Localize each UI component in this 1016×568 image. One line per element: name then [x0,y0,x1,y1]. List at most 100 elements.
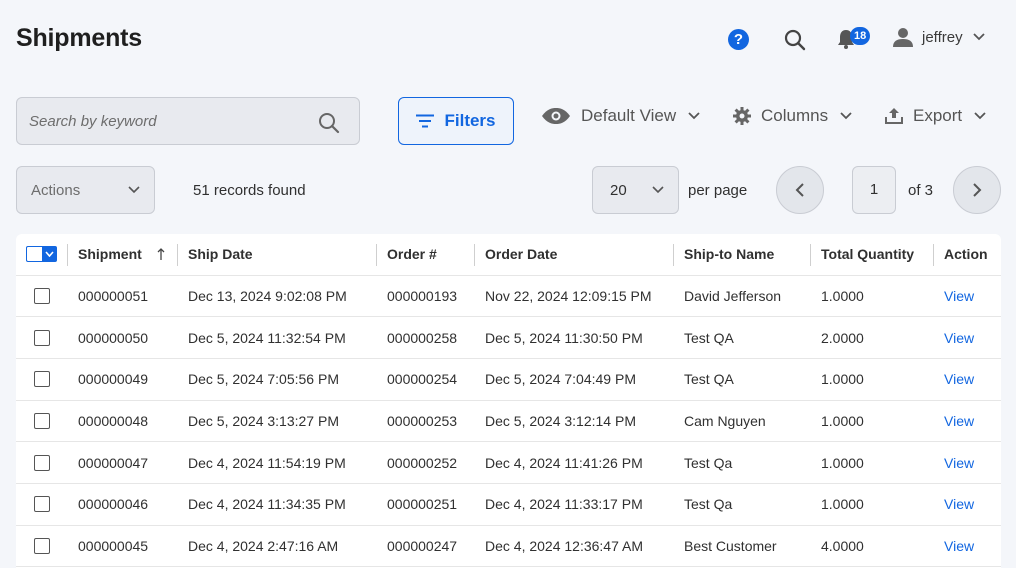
column-header-order-number[interactable]: Order # [377,234,475,276]
notification-badge: 18 [850,27,871,45]
chevron-down-icon [840,112,852,120]
shipment-number: 000000047 [68,441,178,484]
ship-to-name: Best Customer [674,525,811,568]
column-header-order-date[interactable]: Order Date [475,234,674,276]
order-date: Dec 4, 2024 12:36:47 AM [475,525,674,568]
column-label: Shipment [78,246,142,263]
total-quantity: 1.0000 [811,441,934,484]
per-page-label: per page [688,182,748,199]
columns-selector[interactable]: Columns [733,106,854,126]
column-header-action: Action [934,234,1001,276]
row-checkbox[interactable] [34,412,50,429]
view-link[interactable]: View [944,538,974,554]
order-date: Dec 4, 2024 11:41:26 PM [475,441,674,484]
shipments-grid: Shipment Ship Date Order # Order Date Sh… [16,234,1001,568]
column-label: Ship-to Name [684,246,775,263]
eye-icon [542,108,570,124]
order-date: Dec 4, 2024 11:33:17 PM [475,483,674,526]
column-header-total-quantity[interactable]: Total Quantity [811,234,934,276]
chevron-left-icon [795,183,804,197]
order-number: 000000252 [377,441,475,484]
keyword-search-box [16,97,360,145]
column-label: Order Date [485,246,558,263]
search-icon[interactable] [783,28,807,57]
previous-page-button[interactable] [776,166,824,214]
total-quantity: 1.0000 [811,400,934,443]
ship-to-name: Test QA [674,358,811,401]
search-icon[interactable] [318,112,340,134]
export-label: Export [913,106,963,125]
per-page-value: 20 [610,181,627,199]
row-checkbox[interactable] [34,537,50,554]
ship-to-name: David Jefferson [674,275,811,318]
column-header-ship-to-name[interactable]: Ship-to Name [674,234,811,276]
table-row: 000000046 Dec 4, 2024 11:34:35 PM 000000… [16,483,1001,526]
row-checkbox[interactable] [34,287,50,304]
filter-icon [416,114,435,128]
total-quantity: 4.0000 [811,525,934,568]
column-header-ship-date[interactable]: Ship Date [178,234,377,276]
filters-button[interactable]: Filters [398,97,514,145]
ship-date: Dec 5, 2024 11:32:54 PM [178,316,377,359]
view-link[interactable]: View [944,413,974,429]
sort-ascending-icon [157,248,165,260]
view-link[interactable]: View [944,330,974,346]
ship-date: Dec 4, 2024 2:47:16 AM [178,525,377,568]
order-number: 000000254 [377,358,475,401]
table-row: 000000045 Dec 4, 2024 2:47:16 AM 0000002… [16,525,1001,568]
actions-dropdown[interactable]: Actions [16,166,155,214]
per-page-dropdown[interactable]: 20 [592,166,679,214]
next-page-button[interactable] [953,166,1001,214]
table-row: 000000050 Dec 5, 2024 11:32:54 PM 000000… [16,316,1001,359]
chevron-down-icon [974,112,986,120]
table-row: 000000048 Dec 5, 2024 3:13:27 PM 0000002… [16,400,1001,443]
order-date: Dec 5, 2024 3:12:14 PM [475,400,674,443]
select-all-checkbox[interactable] [26,246,68,263]
total-quantity: 1.0000 [811,483,934,526]
order-date: Dec 5, 2024 7:04:49 PM [475,358,674,401]
keyword-search-input[interactable] [17,98,359,144]
order-number: 000000258 [377,316,475,359]
help-icon[interactable]: ? [728,29,749,50]
page-title: Shipments [16,24,142,52]
row-checkbox[interactable] [34,496,50,513]
view-link[interactable]: View [944,371,974,387]
table-row: 000000047 Dec 4, 2024 11:54:19 PM 000000… [16,441,1001,484]
column-label: Total Quantity [821,246,915,263]
row-checkbox[interactable] [34,371,50,388]
chevron-down-icon [652,186,664,194]
filters-label: Filters [444,111,496,130]
export-selector[interactable]: Export [885,106,988,126]
ship-date: Dec 13, 2024 9:02:08 PM [178,275,377,318]
ship-date: Dec 4, 2024 11:34:35 PM [178,483,377,526]
total-quantity: 1.0000 [811,358,934,401]
view-link[interactable]: View [944,288,974,304]
ship-date: Dec 5, 2024 3:13:27 PM [178,400,377,443]
actions-label: Actions [31,181,81,199]
row-checkbox[interactable] [34,329,50,346]
shipment-number: 000000048 [68,400,178,443]
order-date: Dec 5, 2024 11:30:50 PM [475,316,674,359]
gear-icon [733,107,751,125]
total-pages: of 3 [908,182,934,199]
view-selector[interactable]: Default View [541,106,702,126]
chevron-down-icon [45,251,54,258]
user-menu[interactable]: jeffrey [892,26,987,48]
chevron-down-icon [972,33,985,41]
ship-date: Dec 4, 2024 11:54:19 PM [178,441,377,484]
table-row: 000000051 Dec 13, 2024 9:02:08 PM 000000… [16,275,1001,318]
total-quantity: 1.0000 [811,275,934,318]
user-avatar-icon [893,28,913,47]
column-label: Ship Date [188,246,253,263]
shipment-number: 000000050 [68,316,178,359]
view-link[interactable]: View [944,496,974,512]
chevron-down-icon [688,112,700,120]
chevron-right-icon [973,183,982,197]
shipment-number: 000000045 [68,525,178,568]
column-header-shipment[interactable]: Shipment [68,234,178,276]
current-page-input[interactable]: 1 [852,166,896,214]
view-link[interactable]: View [944,455,974,471]
grid-header-row: Shipment Ship Date Order # Order Date Sh… [16,234,1001,276]
row-checkbox[interactable] [34,454,50,471]
ship-to-name: Test QA [674,316,811,359]
